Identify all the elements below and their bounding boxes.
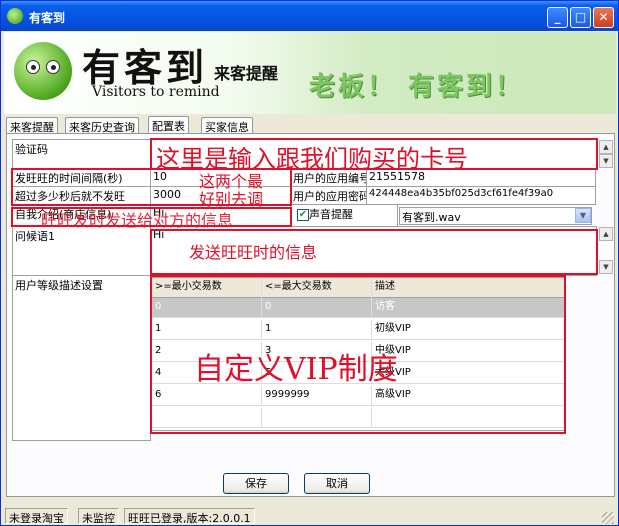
tab-visitor-alert[interactable]: 来客提醒 (6, 117, 58, 134)
tab-visitor-history[interactable]: 来客历史查询 (65, 117, 139, 134)
banner: 有客到 来客提醒 Visitors to remind 老板！ 有客到！ (4, 32, 616, 114)
tab-config[interactable]: 配置表 (148, 116, 189, 134)
minimize-button[interactable]: _ (547, 7, 568, 28)
greeting-label: 问候语1 (12, 226, 151, 276)
annotation-greeting: 发送旺旺时的信息 (189, 243, 318, 262)
annotation-vip: 自定义VIP制度 (194, 352, 398, 387)
minimize-icon: _ (554, 10, 561, 24)
check-icon: ✔ (298, 209, 308, 220)
app-secret-label: 用户的应用密码 (290, 186, 367, 205)
mascot-eye-icon (46, 60, 60, 74)
app-icon (7, 8, 23, 24)
title-bar[interactable]: 有客到 _ □ ✕ (1, 1, 618, 31)
status-monitor: 未监控 (78, 508, 119, 525)
logo-subtitle: 来客提醒 (214, 64, 279, 83)
app-secret-input[interactable]: 424448ea4b35bf025d3cf61fe4f39a0 (366, 186, 596, 205)
logo-english: Visitors to remind (92, 84, 220, 100)
main-window: 有客到 _ □ ✕ 有客到 来客提醒 Visitors to remind 老板… (0, 0, 619, 526)
sound-file-select[interactable]: 有客到.wav (399, 207, 592, 225)
mascot-eye-icon (26, 60, 40, 74)
annotation-self-intro: 旺旺发时发送给对方的信息 (41, 211, 234, 230)
maximize-icon: □ (574, 10, 587, 24)
scroll-up-icon[interactable]: ▲ (599, 140, 613, 154)
close-button[interactable]: ✕ (593, 7, 614, 28)
mascot-logo (14, 42, 72, 100)
level-label: 用户等级描述设置 (12, 275, 151, 441)
status-bar: 未登录淘宝 未监控 旺旺已登录,版本:2.0.0.1 (4, 506, 616, 525)
slogan: 老板！ 有客到！ (309, 72, 525, 102)
status-taobao: 未登录淘宝 (5, 508, 68, 525)
status-wangwang: 旺旺已登录,版本:2.0.0.1 (124, 508, 255, 525)
save-button[interactable]: 保存 (223, 473, 289, 494)
resize-grip-icon[interactable] (602, 512, 614, 524)
close-icon: ✕ (598, 10, 609, 24)
sound-alert-checkbox[interactable]: ✔ (297, 209, 309, 221)
chevron-down-icon[interactable]: ▼ (575, 208, 591, 223)
scroll-up-icon[interactable]: ▲ (599, 227, 613, 241)
maximize-button[interactable]: □ (570, 7, 591, 28)
window-title: 有客到 (29, 11, 66, 25)
scroll-down-icon[interactable]: ▼ (599, 154, 613, 168)
verify-code-label: 验证码 (12, 139, 151, 169)
cancel-button[interactable]: 取消 (304, 473, 370, 494)
tab-buyer-info[interactable]: 买家信息 (201, 117, 253, 134)
scroll-down-icon[interactable]: ▼ (599, 260, 613, 274)
